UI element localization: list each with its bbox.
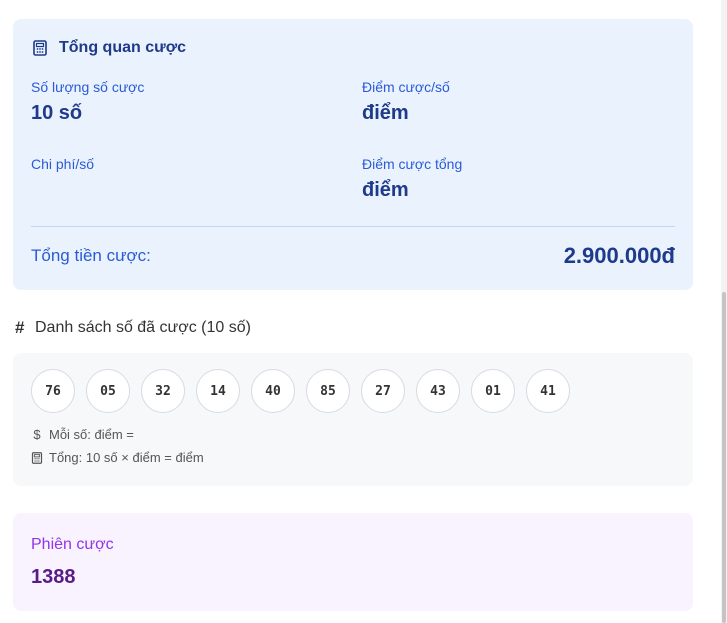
stat-value: điểm [362, 102, 409, 124]
stat-label: Số lượng số cược [31, 79, 145, 95]
summary-header: Tổng quan cược [32, 39, 186, 57]
scrollbar-thumb[interactable] [722, 292, 726, 623]
number-chip: 14 [196, 369, 240, 413]
session-card: Phiên cược 1388 [13, 513, 693, 611]
number-chip: 85 [306, 369, 350, 413]
calculator-icon [31, 451, 43, 464]
number-chip: 01 [471, 369, 515, 413]
session-value: 1388 [31, 566, 76, 588]
total-amount-label: Tổng tiền cược: [31, 246, 151, 265]
numbers-card: 76 05 32 14 40 85 27 43 01 41 $ Mỗi số: điểm = Tổ… [13, 353, 693, 486]
stat-label: Điểm cược tổng [362, 156, 463, 172]
total-amount-value: 2.900.000đ [563, 243, 675, 268]
number-chip: 40 [251, 369, 295, 413]
stat-value: điểm [362, 179, 409, 201]
total-note-text: Tổng: 10 số × điểm = điểm [49, 450, 204, 465]
summary-title: Tổng quan cược [59, 39, 186, 56]
numbers-list-header: # Danh sách số đã cược (10 số) [15, 318, 251, 338]
scrollbar-track[interactable] [721, 0, 727, 623]
bet-summary-card: Tổng quan cược Số lượng số cược 10 số Đi… [13, 19, 693, 290]
session-label: Phiên cược [31, 536, 114, 553]
number-chip: 41 [526, 369, 570, 413]
number-chip: 27 [361, 369, 405, 413]
number-chip: 32 [141, 369, 185, 413]
per-number-note-text: Mỗi số: điểm = [49, 427, 134, 442]
stat-points-per-number: Điểm cược/số điểm [362, 79, 450, 125]
hash-icon: # [15, 318, 25, 337]
number-chip: 43 [416, 369, 460, 413]
number-chip: 05 [86, 369, 130, 413]
divider [31, 226, 675, 227]
numbers-list-title: Danh sách số đã cược (10 số) [35, 319, 251, 336]
total-note: Tổng: 10 số × điểm = điểm [31, 450, 204, 465]
dollar-icon: $ [33, 427, 41, 442]
calculator-icon [32, 40, 48, 56]
stat-value: 10 số [31, 102, 83, 124]
stat-cost-per-number: Chi phí/số [31, 156, 94, 179]
number-chips: 76 05 32 14 40 85 27 43 01 41 [31, 369, 581, 413]
stat-label: Chi phí/số [31, 156, 95, 172]
number-chip: 76 [31, 369, 75, 413]
stat-total-points: Điểm cược tổng điểm [362, 156, 462, 202]
stat-bet-count: Số lượng số cược 10 số [31, 79, 144, 125]
per-number-note: $ Mỗi số: điểm = [31, 427, 134, 442]
stat-label: Điểm cược/số [362, 79, 450, 95]
